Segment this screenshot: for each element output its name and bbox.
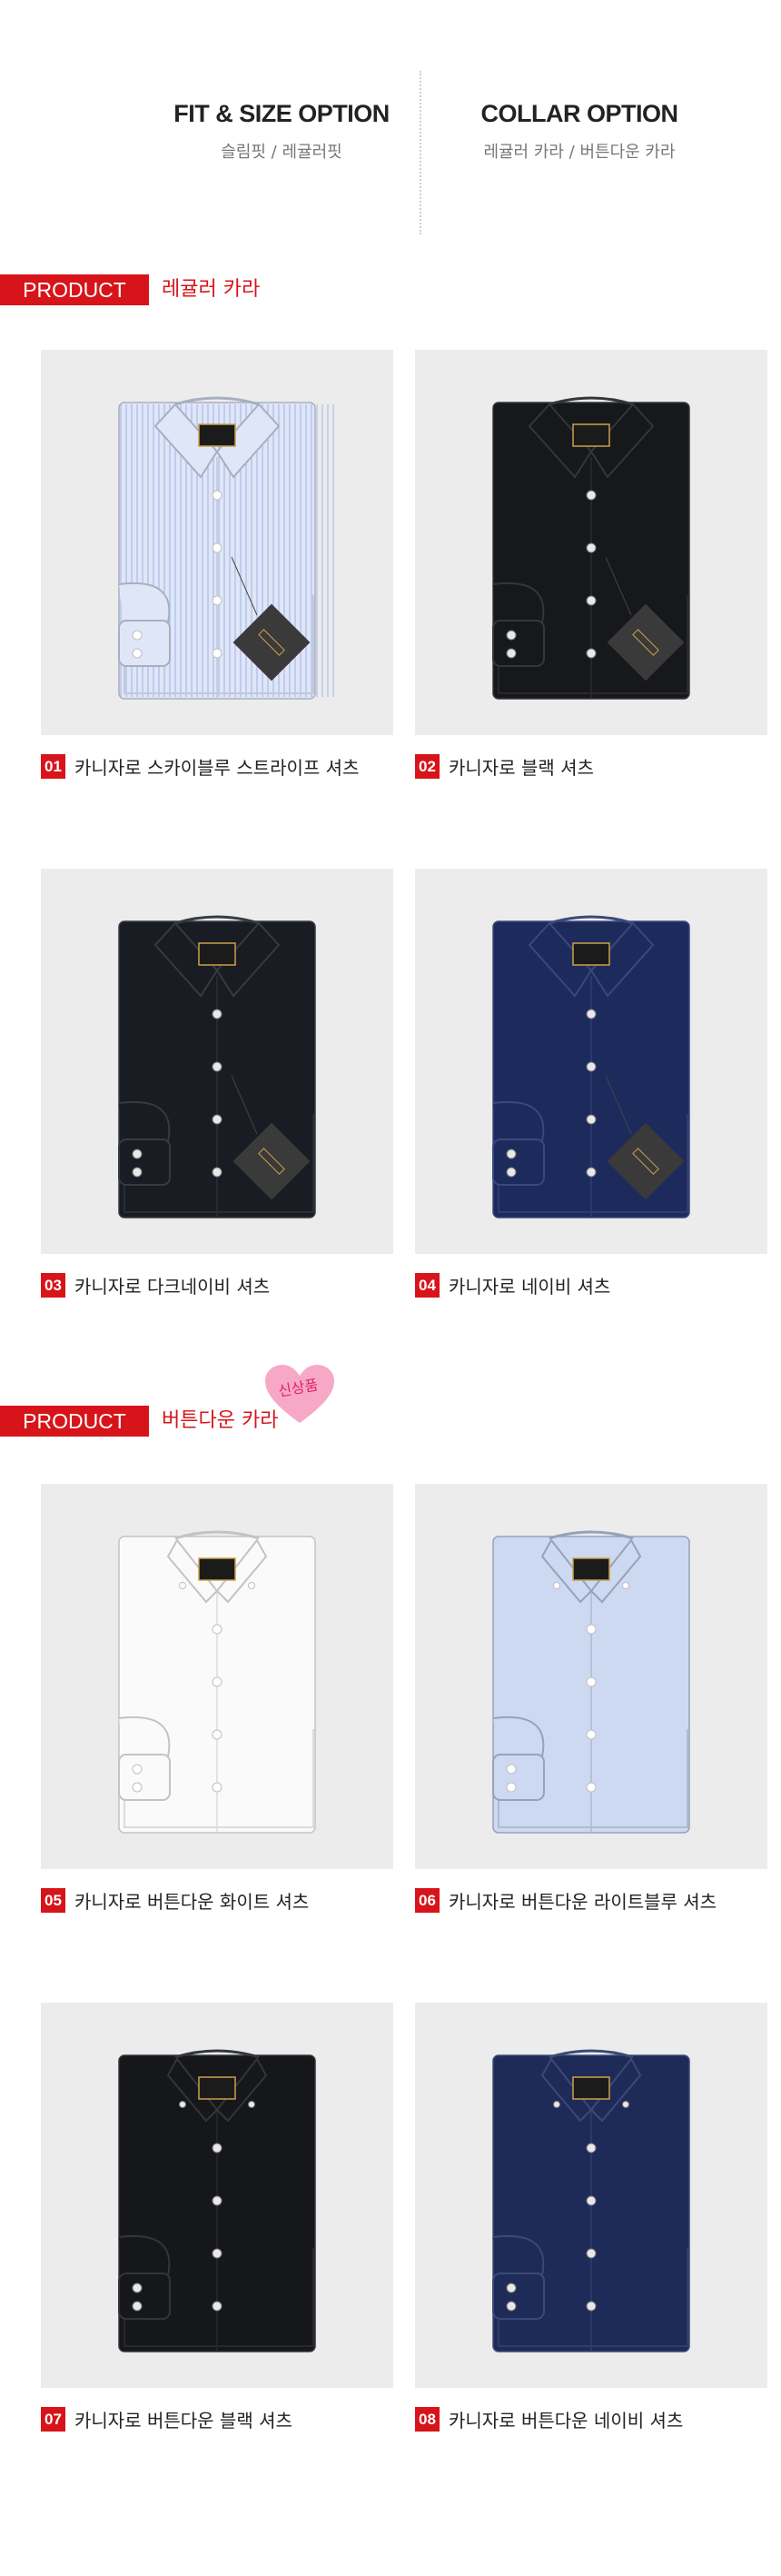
shirt-image [492, 396, 690, 700]
shirt-image [118, 396, 334, 700]
product-number-badge: 04 [415, 1273, 440, 1298]
section-title: 레귤러 카라 [162, 278, 261, 301]
product-tag: PRODUCT [0, 1406, 149, 1437]
product-caption[interactable]: 07 카니자로 버튼다운 블랙 셔츠 [41, 2406, 292, 2433]
shirt-image [492, 915, 690, 1218]
product-number-badge: 01 [41, 754, 65, 779]
product-number-badge: 02 [415, 754, 440, 779]
product-caption[interactable]: 06 카니자로 버튼다운 라이트블루 셔츠 [415, 1887, 717, 1915]
product-card-08[interactable] [415, 2003, 767, 2388]
product-number-badge: 08 [415, 2407, 440, 2432]
option-header: FIT & SIZE OPTION 슬림핏 / 레귤러핏 COLLAR OPTI… [0, 71, 781, 234]
shirt-image [492, 1530, 690, 1834]
product-card-05[interactable] [41, 1484, 393, 1869]
product-card-07[interactable] [41, 2003, 393, 2388]
product-caption[interactable]: 01 카니자로 스카이블루 스트라이프 셔츠 [41, 753, 359, 781]
product-card-03[interactable] [41, 869, 393, 1254]
product-number-badge: 03 [41, 1273, 65, 1298]
product-card-01[interactable] [41, 350, 393, 735]
product-card-02[interactable] [415, 350, 767, 735]
product-name[interactable]: 카니자로 버튼다운 라이트블루 셔츠 [449, 1887, 717, 1914]
product-tag: PRODUCT [0, 274, 149, 305]
product-card-06[interactable] [415, 1484, 767, 1869]
fit-option-title: FIT & SIZE OPTION [173, 100, 390, 127]
section-title: 버튼다운 카라 [162, 1409, 279, 1432]
product-number-badge: 06 [415, 1888, 440, 1913]
collar-option: COLLAR OPTION 레귤러 카라 / 버튼다운 카라 [443, 100, 716, 163]
product-name[interactable]: 카니자로 스카이블루 스트라이프 셔츠 [74, 753, 359, 780]
fit-size-option: FIT & SIZE OPTION 슬림핏 / 레귤러핏 [145, 100, 418, 163]
fit-option-subtitle: 슬림핏 / 레귤러핏 [221, 143, 342, 162]
option-divider [420, 71, 421, 234]
product-name[interactable]: 카니자로 다크네이비 셔츠 [74, 1272, 270, 1298]
collar-option-subtitle: 레귤러 카라 / 버튼다운 카라 [483, 143, 676, 162]
product-card-04[interactable] [415, 869, 767, 1254]
product-name[interactable]: 카니자로 블랙 셔츠 [449, 753, 594, 780]
product-number-badge: 07 [41, 2407, 65, 2432]
shirt-image [118, 915, 316, 1218]
product-caption[interactable]: 05 카니자로 버튼다운 화이트 셔츠 [41, 1887, 309, 1915]
product-name[interactable]: 카니자로 버튼다운 네이비 셔츠 [449, 2406, 683, 2432]
collar-option-title: COLLAR OPTION [480, 100, 679, 127]
shirt-image [492, 2049, 690, 2352]
product-name[interactable]: 카니자로 버튼다운 화이트 셔츠 [74, 1887, 309, 1914]
product-caption[interactable]: 03 카니자로 다크네이비 셔츠 [41, 1272, 270, 1299]
shirt-image [118, 1530, 316, 1834]
product-name[interactable]: 카니자로 네이비 셔츠 [449, 1272, 610, 1298]
product-number-badge: 05 [41, 1888, 65, 1913]
product-caption[interactable]: 02 카니자로 블랙 셔츠 [415, 753, 594, 781]
product-name[interactable]: 카니자로 버튼다운 블랙 셔츠 [74, 2406, 292, 2432]
product-caption[interactable]: 08 카니자로 버튼다운 네이비 셔츠 [415, 2406, 683, 2433]
shirt-image [118, 2049, 316, 2352]
product-caption[interactable]: 04 카니자로 네이비 셔츠 [415, 1272, 610, 1299]
